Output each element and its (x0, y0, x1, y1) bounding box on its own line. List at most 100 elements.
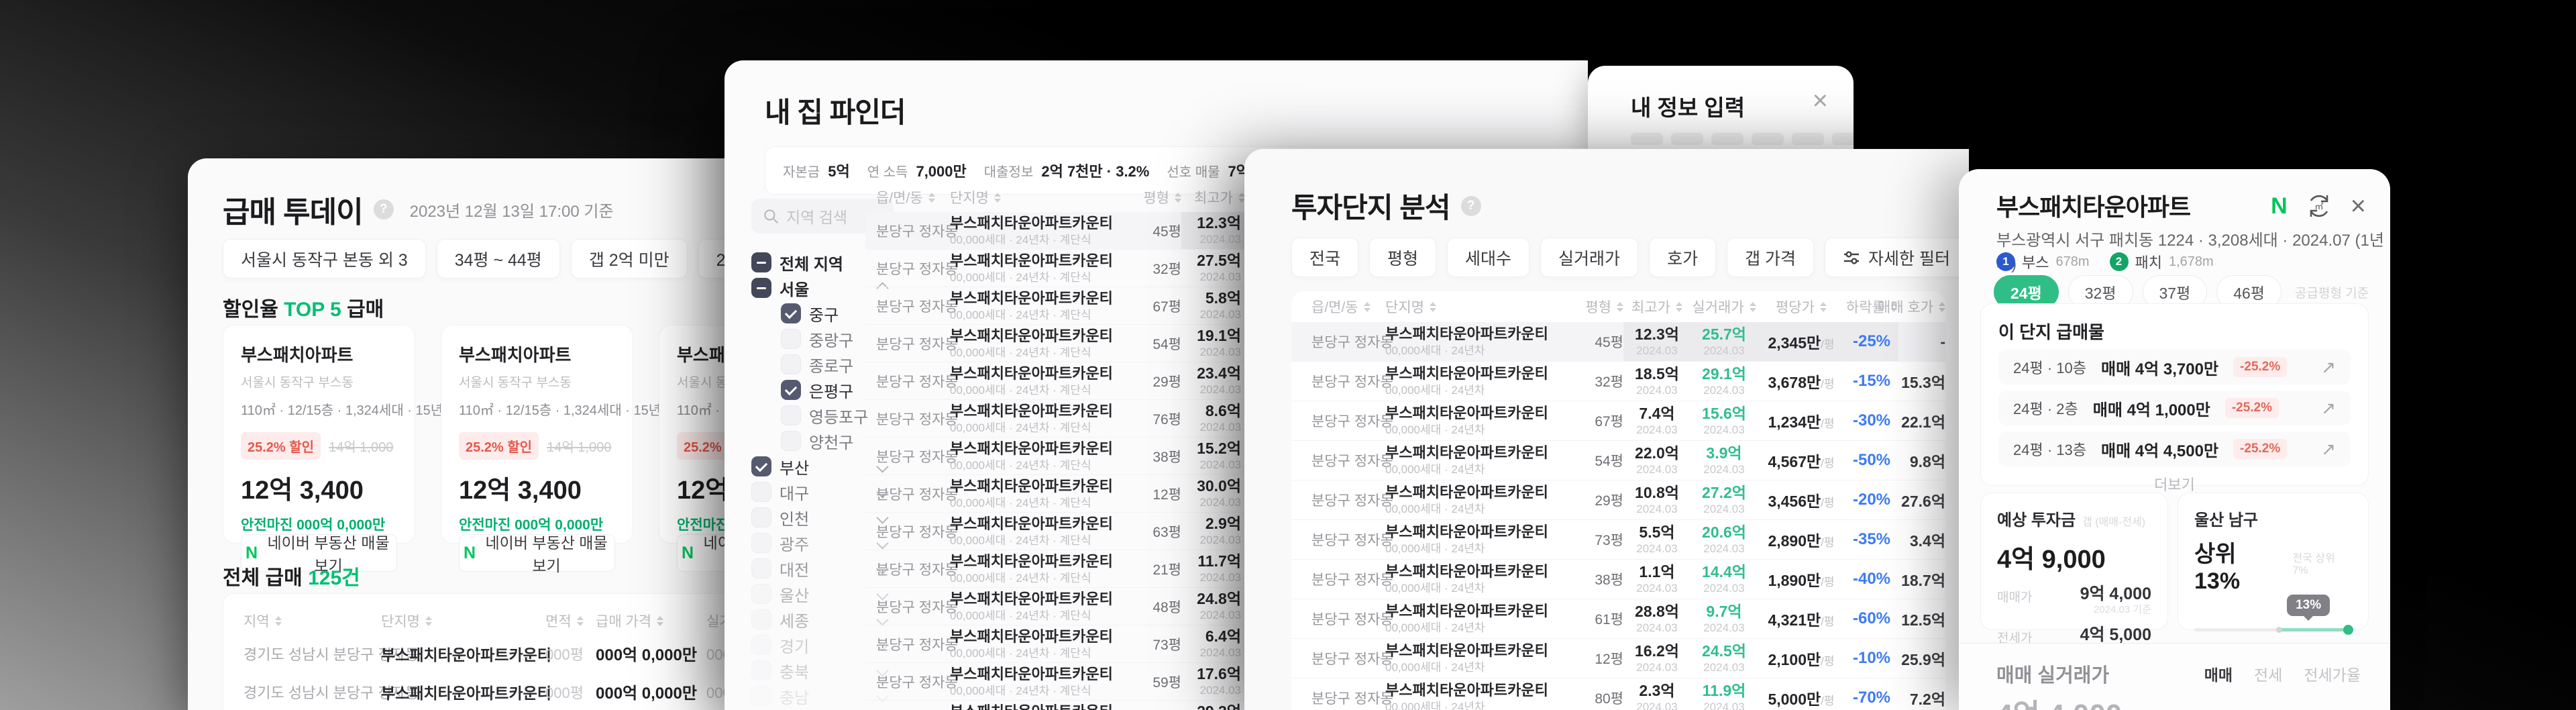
column-header[interactable]: 실거래가 (1690, 297, 1758, 317)
table-row[interactable]: 경기도 성남시 분당구 정자동 부스패치타운아파트카운티 000평 000억 0… (223, 634, 747, 672)
column-header[interactable]: 급매 가격 (596, 611, 706, 631)
region-checkbox[interactable] (781, 405, 801, 425)
finder-table-row[interactable]: 분당구 정자동 부스패치타운아파트카운티 00,000세대 · 24년차 · 계… (865, 250, 1245, 287)
filter-chip[interactable]: 실거래가 (1540, 238, 1638, 277)
table-row[interactable]: 경기도 성남시 분당구 정자동 부스패치타운아파트카운티 000평 000억 0… (223, 672, 747, 710)
price-tab[interactable]: 전세 (2254, 662, 2282, 685)
price-tab[interactable]: 매매 (2204, 662, 2233, 685)
slider-handle[interactable] (2343, 625, 2353, 635)
filter-chip[interactable]: 서울시 동작구 본동 외 3 (223, 239, 426, 278)
urgent-sale-card[interactable]: 부스패치아파트 서울시 동작구 부스동 110㎡ · 12/15층 · 1,32… (441, 325, 633, 544)
region-checkbox[interactable] (751, 533, 771, 553)
region-checkbox[interactable] (781, 380, 801, 400)
column-header[interactable]: 면적 (545, 611, 596, 631)
invest-table-row[interactable]: 분당구 정자동 부스패치타운아파트카운티 00,000세대 · 24년차 54평… (1291, 441, 1945, 480)
column-header[interactable]: 평형 (1128, 187, 1181, 207)
column-header[interactable]: 단지명 (381, 611, 545, 631)
listing-row[interactable]: 24평 · 2층 매매 4억 1,000만 -25.2% ↗ (1998, 391, 2351, 425)
external-link-icon[interactable]: ↗ (2321, 357, 2336, 378)
column-header[interactable]: 최고가 (1181, 187, 1245, 207)
region-checkbox[interactable] (781, 329, 801, 349)
external-link-icon[interactable]: ↗ (2321, 398, 2336, 419)
filter-chip[interactable]: 갭 2억 미만 (571, 239, 688, 278)
row-high-price: 11.7억 (1197, 553, 1241, 570)
naver-listing-button[interactable]: N 네이버 부동산 매물보기 (459, 534, 615, 572)
invest-table-row[interactable]: 분당구 정자동 부스패치타운아파트카운티 00,000세대 · 24년차 73평… (1291, 520, 1945, 560)
invest-table-row[interactable]: 분당구 정자동 부스패치타운아파트카운티 00,000세대 · 24년차 45평… (1291, 322, 1945, 362)
region-checkbox[interactable] (751, 660, 771, 680)
finder-table-row[interactable]: 분당구 정자동 부스패치타운아파트카운티 00,000세대 · 24년차 · 계… (865, 212, 1245, 250)
column-header[interactable]: 평당가 (1758, 297, 1845, 317)
price-tab[interactable]: 전세가율 (2304, 662, 2361, 685)
filter-chip[interactable]: 34평 ~ 44평 (437, 239, 560, 278)
row-per-value: 5,000만 (1768, 691, 1821, 708)
column-header[interactable]: 매매 호가 (1898, 297, 1945, 317)
naver-icon[interactable]: N (2271, 193, 2288, 219)
invest-table-row[interactable]: 분당구 정자동 부스패치타운아파트카운티 00,000세대 · 24년차 38평… (1291, 560, 1945, 599)
listing-row[interactable]: 24평 · 10층 매매 4억 3,700만 -25.2% ↗ (1998, 350, 2351, 385)
listing-row[interactable]: 24평 · 13층 매매 4억 4,500만 -25.2% ↗ (1998, 432, 2351, 466)
filter-chip[interactable]: 세대수 (1447, 238, 1529, 277)
region-checkbox[interactable] (751, 635, 771, 655)
column-header[interactable]: 최고가 (1623, 297, 1690, 317)
finder-table-row[interactable]: 분당구 정자동 부스패치타운아파트카운티 00,000세대 · 24년차 · 계… (865, 550, 1245, 588)
region-checkbox[interactable] (751, 558, 771, 578)
urgent-sale-card[interactable]: 부스패치아파트 서울시 동작구 부스동 110㎡ · 12/15층 · 1,32… (223, 325, 415, 544)
finder-table-row[interactable]: 분당구 정자동 부스패치타운아파트카운티 00,000세대 · 24년차 · 계… (865, 400, 1245, 438)
help-icon[interactable]: ? (1461, 196, 1481, 216)
filter-chip[interactable]: 평형 (1369, 238, 1436, 277)
show-more-button[interactable]: 더보기 (1998, 473, 2351, 495)
column-header[interactable]: 읍/면/동 (1311, 297, 1385, 317)
region-checkbox[interactable] (781, 303, 801, 323)
filter-chip[interactable]: 호가 (1649, 238, 1716, 277)
filter-chip[interactable]: 갭 가격 (1727, 238, 1814, 277)
region-checkbox[interactable] (751, 584, 771, 604)
invest-table-row[interactable]: 분당구 정자동 부스패치타운아파트카운티 00,000세대 · 24년차 29평… (1291, 480, 1945, 520)
detailed-filter-chip[interactable]: 자세한 필터 (1825, 238, 1968, 277)
invest-table-row[interactable]: 분당구 정자동 부스패치타운아파트카운티 00,000세대 · 24년차 67평… (1291, 401, 1945, 441)
column-header[interactable]: 단지명 (950, 187, 1128, 207)
row-high-price-cell: 12.3억 2024.03 (1623, 326, 1690, 358)
urgent-sale-card-row: 부스패치아파트 서울시 동작구 부스동 110㎡ · 12/15층 · 1,32… (223, 325, 751, 544)
region-checkbox[interactable] (751, 482, 771, 502)
finder-table-row[interactable]: 분당구 정자동 부스패치타운아파트카운티 00,000세대 · 24년차 · 계… (865, 701, 1245, 710)
finder-table-row[interactable]: 분당구 정자동 부스패치타운아파트카운티 00,000세대 · 24년차 · 계… (865, 325, 1245, 362)
finder-table-row[interactable]: 분당구 정자동 부스패치타운아파트카운티 00,000세대 · 24년차 · 계… (865, 663, 1245, 701)
region-checkbox[interactable] (781, 354, 801, 374)
filter-chip[interactable]: 전국 (1291, 238, 1358, 277)
invest-table-row[interactable]: 분당구 정자동 부스패치타운아파트카운티 00,000세대 · 24년차 80평… (1291, 678, 1945, 710)
region-checkbox[interactable] (751, 609, 771, 629)
area-unit-toggle-icon[interactable]: ㎡ (2305, 192, 2333, 220)
finder-table-row[interactable]: 분당구 정자동 부스패치타운아파트카운티 00,000세대 · 24년차 · 계… (865, 513, 1245, 550)
finder-table-row[interactable]: 분당구 정자동 부스패치타운아파트카운티 00,000세대 · 24년차 · 계… (865, 287, 1245, 325)
region-checkbox[interactable] (751, 507, 771, 527)
finder-table-row[interactable]: 분당구 정자동 부스패치타운아파트카운티 00,000세대 · 24년차 · 계… (865, 438, 1245, 475)
close-icon[interactable]: × (2351, 193, 2366, 219)
external-link-icon[interactable]: ↗ (2321, 439, 2336, 460)
region-checkbox[interactable] (781, 431, 801, 451)
region-checkbox[interactable] (751, 686, 771, 706)
help-icon[interactable]: ? (374, 199, 394, 219)
finder-table-row[interactable]: 분당구 정자동 부스패치타운아파트카운티 00,000세대 · 24년차 · 계… (865, 475, 1245, 513)
row-real-price: 3.9억 (1706, 445, 1741, 462)
invest-table-row[interactable]: 분당구 정자동 부스패치타운아파트카운티 00,000세대 · 24년차 32평… (1291, 362, 1945, 401)
finder-table-row[interactable]: 분당구 정자동 부스패치타운아파트카운티 00,000세대 · 24년차 · 계… (865, 625, 1245, 663)
urgent-sale-title: 급매 투데이 (223, 188, 363, 231)
column-header[interactable]: 지역 (244, 611, 381, 631)
top5-heading-pre: 할인율 (223, 299, 284, 321)
column-header[interactable]: 단지명 (1385, 297, 1573, 317)
sort-icon (275, 616, 282, 626)
invest-table-row[interactable]: 분당구 정자동 부스패치타운아파트카운티 00,000세대 · 24년차 12평… (1291, 639, 1945, 678)
region-checkbox[interactable] (751, 252, 771, 272)
region-checkbox[interactable] (751, 456, 771, 476)
finder-table-row[interactable]: 분당구 정자동 부스패치타운아파트카운티 00,000세대 · 24년차 · 계… (865, 362, 1245, 400)
region-checkbox[interactable] (751, 278, 771, 298)
listing-spec: 24평 · 2층 (2013, 397, 2078, 419)
finder-table-row[interactable]: 분당구 정자동 부스패치타운아파트카운티 00,000세대 · 24년차 · 계… (865, 588, 1245, 625)
rank-slider[interactable]: 13% (2194, 624, 2352, 635)
column-header[interactable]: 읍/면/동 (876, 187, 950, 207)
close-icon[interactable]: × (1813, 87, 1828, 114)
invest-table-row[interactable]: 분당구 정자동 부스패치타운아파트카운티 00,000세대 · 24년차 61평… (1291, 599, 1945, 639)
row-high-price: 15.2억 (1197, 440, 1241, 457)
column-header[interactable]: 평형 (1573, 297, 1623, 317)
